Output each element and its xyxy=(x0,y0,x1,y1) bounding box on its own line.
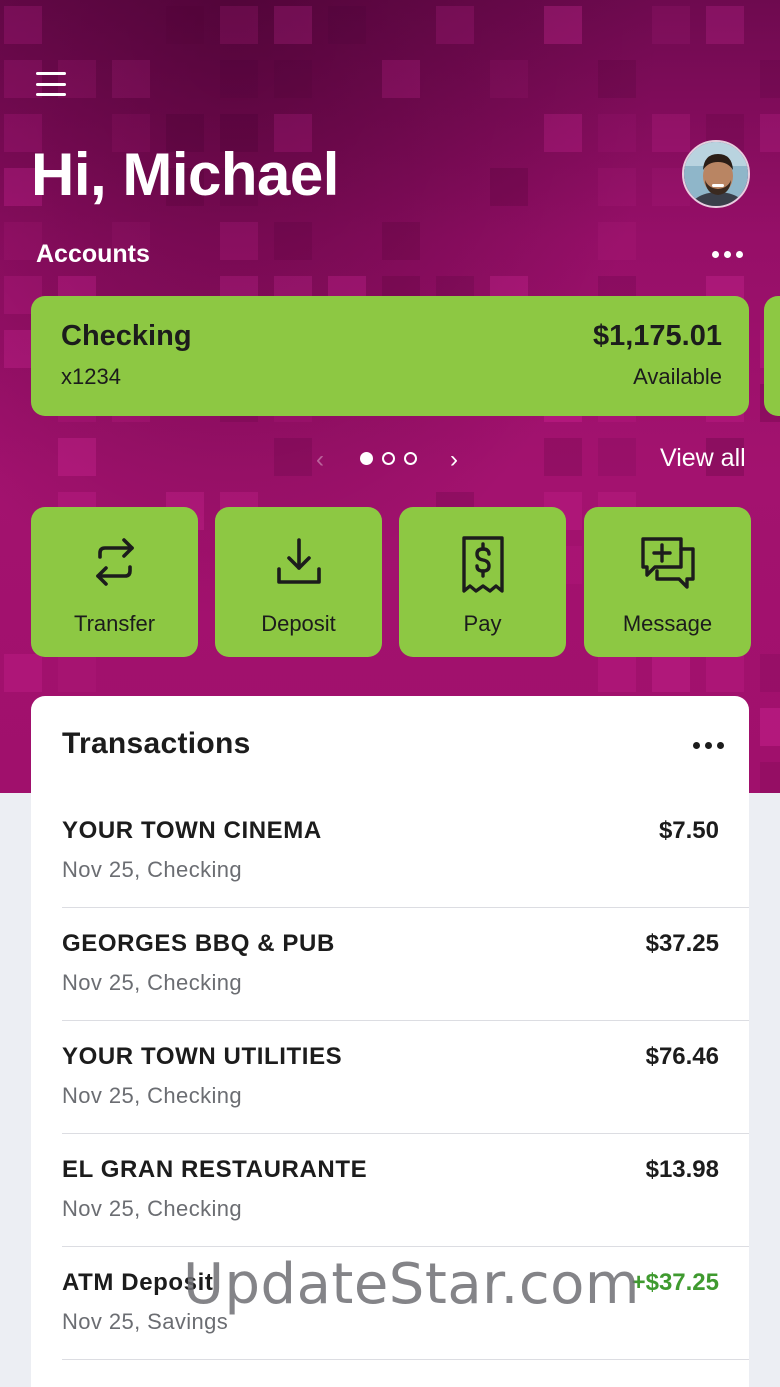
message-icon xyxy=(640,537,695,589)
row-divider xyxy=(62,1358,749,1360)
transaction-amount: $76.46 xyxy=(645,1043,719,1070)
deposit-button[interactable]: Deposit xyxy=(215,507,382,657)
menu-icon[interactable] xyxy=(36,70,70,98)
transaction-meta: Nov 25, Checking xyxy=(62,1196,243,1221)
hero-banner: Hi, Michael Accounts Checking x1234 $1,1… xyxy=(0,0,780,793)
transactions-more-icon[interactable] xyxy=(693,740,729,750)
pay-bill-icon xyxy=(461,536,504,593)
pay-button[interactable]: Pay xyxy=(399,507,566,657)
transaction-name: YOUR TOWN UTILITIES xyxy=(62,1043,343,1070)
chevron-right-icon[interactable]: › xyxy=(450,446,458,474)
transaction-amount: +$37.25 xyxy=(631,1269,719,1296)
transaction-amount: $7.50 xyxy=(658,817,719,844)
balance-label: Available xyxy=(633,364,722,389)
account-number: x1234 xyxy=(61,364,121,389)
pager-dot-active xyxy=(360,452,373,465)
transaction-row[interactable]: GEORGES BBQ & PUB Nov 25, Checking $37.2… xyxy=(62,908,749,1021)
message-button[interactable]: Message xyxy=(584,507,751,657)
transaction-amount: $13.98 xyxy=(645,1156,719,1183)
transaction-name: YOUR TOWN CINEMA xyxy=(62,817,322,844)
transaction-amount: $37.25 xyxy=(645,930,719,957)
pager-dot xyxy=(404,452,417,465)
transaction-row[interactable]: YOUR TOWN CINEMA Nov 25, Checking $7.50 xyxy=(62,795,749,908)
account-balance: $1,175.01 xyxy=(592,320,722,352)
pay-label: Pay xyxy=(463,611,502,636)
avatar[interactable] xyxy=(682,140,750,208)
transaction-meta: Nov 25, Checking xyxy=(62,1083,243,1108)
view-all-link[interactable]: View all xyxy=(660,444,746,473)
transaction-row[interactable]: EL GRAN RESTAURANTE Nov 25, Checking $13… xyxy=(62,1134,749,1247)
transaction-name: GEORGES BBQ & PUB xyxy=(62,930,335,957)
transaction-meta: Nov 25, Checking xyxy=(62,970,243,995)
chevron-left-icon[interactable]: ‹ xyxy=(316,446,324,474)
message-label: Message xyxy=(622,611,713,636)
account-pager: ‹ › xyxy=(316,444,466,474)
transaction-name: EL GRAN RESTAURANTE xyxy=(62,1156,368,1183)
account-card-checking[interactable]: Checking x1234 $1,175.01 Available xyxy=(31,296,749,416)
pager-dot xyxy=(382,452,395,465)
transaction-row[interactable]: YOUR TOWN UTILITIES Nov 25, Checking $76… xyxy=(62,1021,749,1134)
greeting-title: Hi, Michael xyxy=(31,141,339,208)
next-account-card-peek[interactable] xyxy=(764,296,780,416)
account-name: Checking xyxy=(61,320,192,352)
accounts-label: Accounts xyxy=(36,240,150,268)
transaction-meta: Nov 25, Checking xyxy=(62,857,243,882)
transactions-title: Transactions xyxy=(62,727,251,760)
transfer-icon xyxy=(95,538,134,586)
accounts-more-icon[interactable] xyxy=(712,244,748,264)
transfer-label: Transfer xyxy=(73,611,156,636)
deposit-label: Deposit xyxy=(261,611,336,636)
deposit-icon xyxy=(276,538,321,584)
watermark: UpdateStar.com xyxy=(183,1252,640,1317)
transfer-button[interactable]: Transfer xyxy=(31,507,198,657)
